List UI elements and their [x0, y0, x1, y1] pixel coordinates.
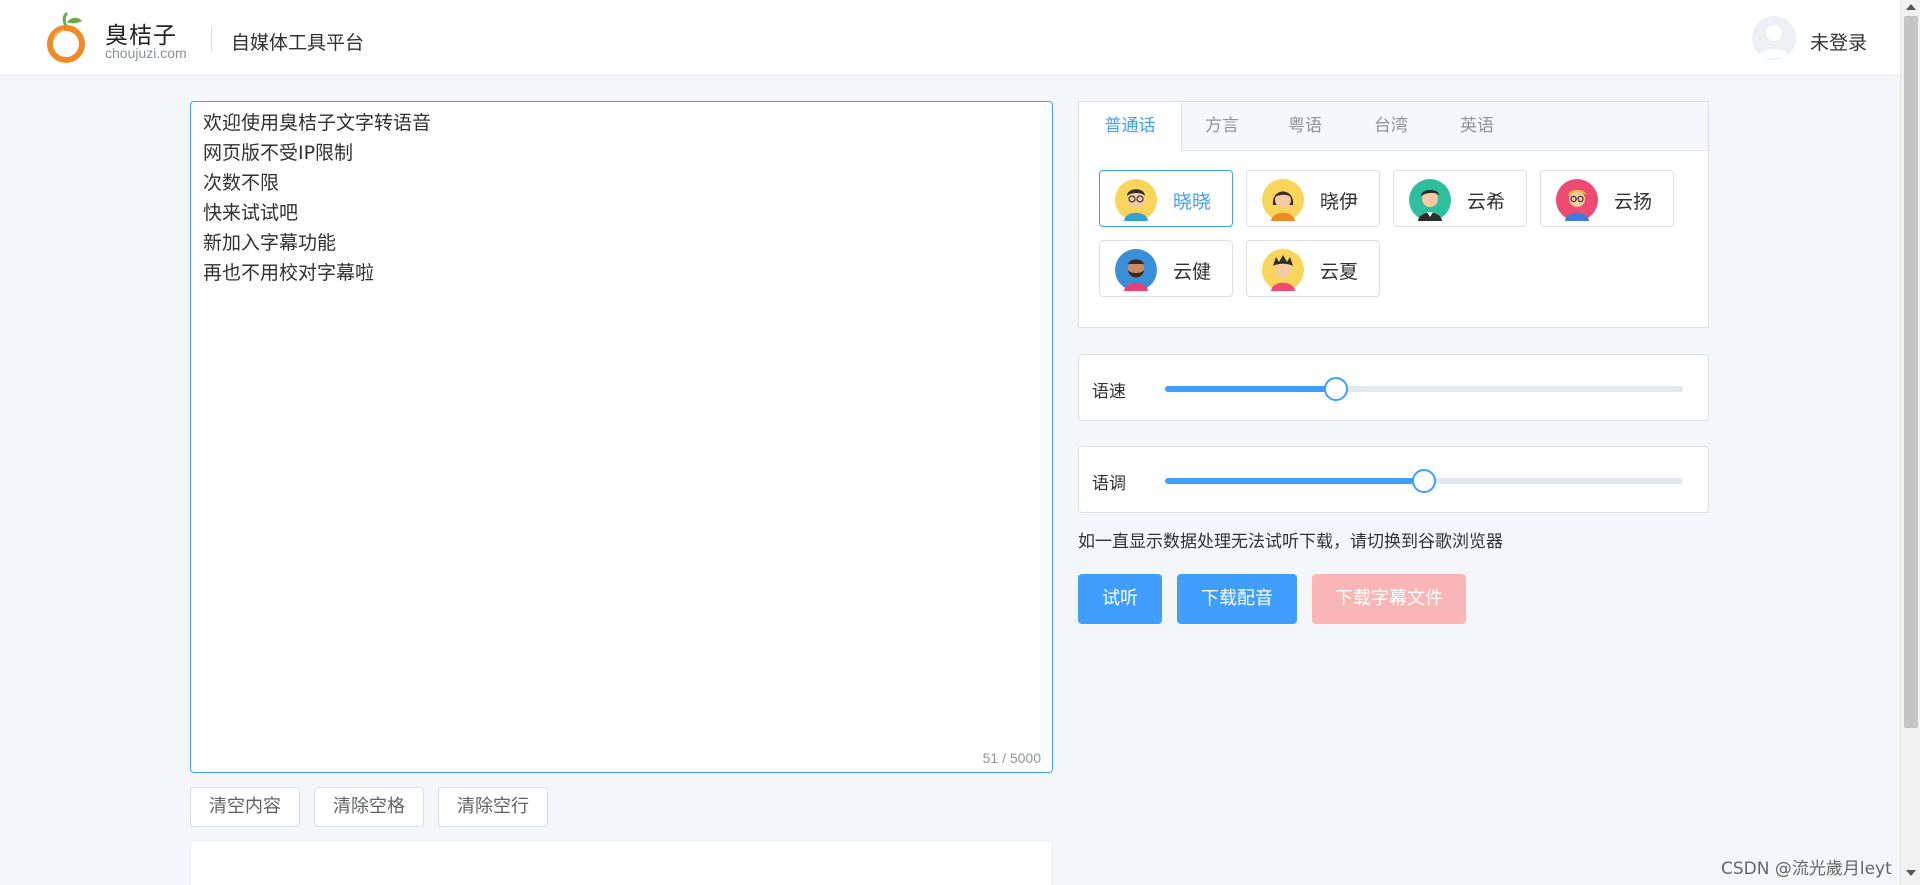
- pitch-label: 语调: [1092, 474, 1126, 494]
- clear-blank-lines-button[interactable]: 清除空行: [438, 787, 548, 827]
- voice-card-yunxia[interactable]: 云夏: [1246, 240, 1380, 297]
- pitch-slider-fill: [1165, 478, 1424, 484]
- scroll-thumb[interactable]: [1904, 16, 1918, 728]
- male-avatar-suit-icon: [1409, 179, 1451, 221]
- csdn-watermark: CSDN @流光歲月leyt: [1721, 859, 1892, 879]
- voice-name: 云希: [1467, 191, 1506, 213]
- preview-button[interactable]: 试听: [1078, 574, 1162, 624]
- pitch-slider-handle[interactable]: [1412, 469, 1436, 493]
- speed-slider-handle[interactable]: [1323, 377, 1348, 401]
- speed-slider-fill: [1165, 386, 1336, 392]
- female-avatar-icon: [1262, 179, 1304, 221]
- scroll-up-arrow-icon[interactable]: [1906, 4, 1916, 10]
- text-editor-container: 51 / 5000: [190, 101, 1053, 773]
- subtitle-panel: [190, 840, 1053, 885]
- pitch-slider-panel: 语调: [1078, 446, 1709, 513]
- voice-card-xiaoyi[interactable]: 晓伊: [1246, 170, 1380, 227]
- tab-cantonese[interactable]: 粤语: [1262, 102, 1348, 151]
- clear-content-button[interactable]: 清空内容: [190, 787, 300, 827]
- tab-mandarin[interactable]: 普通话: [1079, 102, 1182, 152]
- platform-title: 自媒体工具平台: [231, 32, 365, 54]
- browser-notice: 如一直显示数据处理无法试听下载，请切换到谷歌浏览器: [1078, 532, 1503, 552]
- voice-tabs: 普通话 方言 粤语 台湾 英语: [1079, 102, 1708, 152]
- female-avatar-glasses-icon: [1115, 179, 1157, 221]
- top-header: 臭桔子 choujuzi.com 自媒体工具平台 未登录: [0, 0, 1900, 76]
- clear-spaces-button[interactable]: 清除空格: [314, 787, 424, 827]
- voice-name: 云扬: [1614, 191, 1653, 213]
- user-avatar-icon[interactable]: [1752, 16, 1796, 60]
- tts-text-input[interactable]: [191, 102, 1052, 772]
- voice-name: 云夏: [1320, 261, 1359, 283]
- login-link[interactable]: 未登录: [1810, 28, 1867, 55]
- header-divider: [211, 26, 212, 52]
- male-avatar-beard-icon: [1115, 249, 1157, 291]
- page-scrollbar[interactable]: [1900, 0, 1920, 885]
- pitch-slider-track[interactable]: [1165, 469, 1683, 493]
- voice-card-yunyang[interactable]: 云扬: [1540, 170, 1674, 227]
- speed-label: 语速: [1092, 382, 1126, 402]
- speed-slider-panel: 语速: [1078, 354, 1709, 421]
- word-count: 51 / 5000: [982, 750, 1041, 766]
- speed-slider-track[interactable]: [1165, 377, 1683, 401]
- boy-avatar-icon: [1262, 249, 1304, 291]
- brand-domain: choujuzi.com: [105, 45, 187, 61]
- voice-name: 晓晓: [1173, 191, 1212, 213]
- voice-selection-panel: 普通话 方言 粤语 台湾 英语 晓晓 晓伊 云希 云扬 云健 云夏: [1078, 101, 1709, 328]
- voice-card-yunxi[interactable]: 云希: [1393, 170, 1527, 227]
- tab-english[interactable]: 英语: [1434, 102, 1520, 151]
- scroll-down-arrow-icon[interactable]: [1906, 870, 1916, 876]
- voice-name: 晓伊: [1320, 191, 1359, 213]
- tab-dialect[interactable]: 方言: [1182, 102, 1262, 151]
- voice-card-xiaoxiao[interactable]: 晓晓: [1099, 170, 1233, 227]
- voice-card-yunjian[interactable]: 云健: [1099, 240, 1233, 297]
- download-subtitle-button[interactable]: 下载字幕文件: [1312, 574, 1466, 624]
- voice-name: 云健: [1173, 261, 1212, 283]
- male-avatar-glasses-icon: [1556, 179, 1598, 221]
- download-audio-button[interactable]: 下载配音: [1177, 574, 1297, 624]
- orange-logo-icon[interactable]: [44, 12, 88, 64]
- tab-taiwan[interactable]: 台湾: [1348, 102, 1434, 151]
